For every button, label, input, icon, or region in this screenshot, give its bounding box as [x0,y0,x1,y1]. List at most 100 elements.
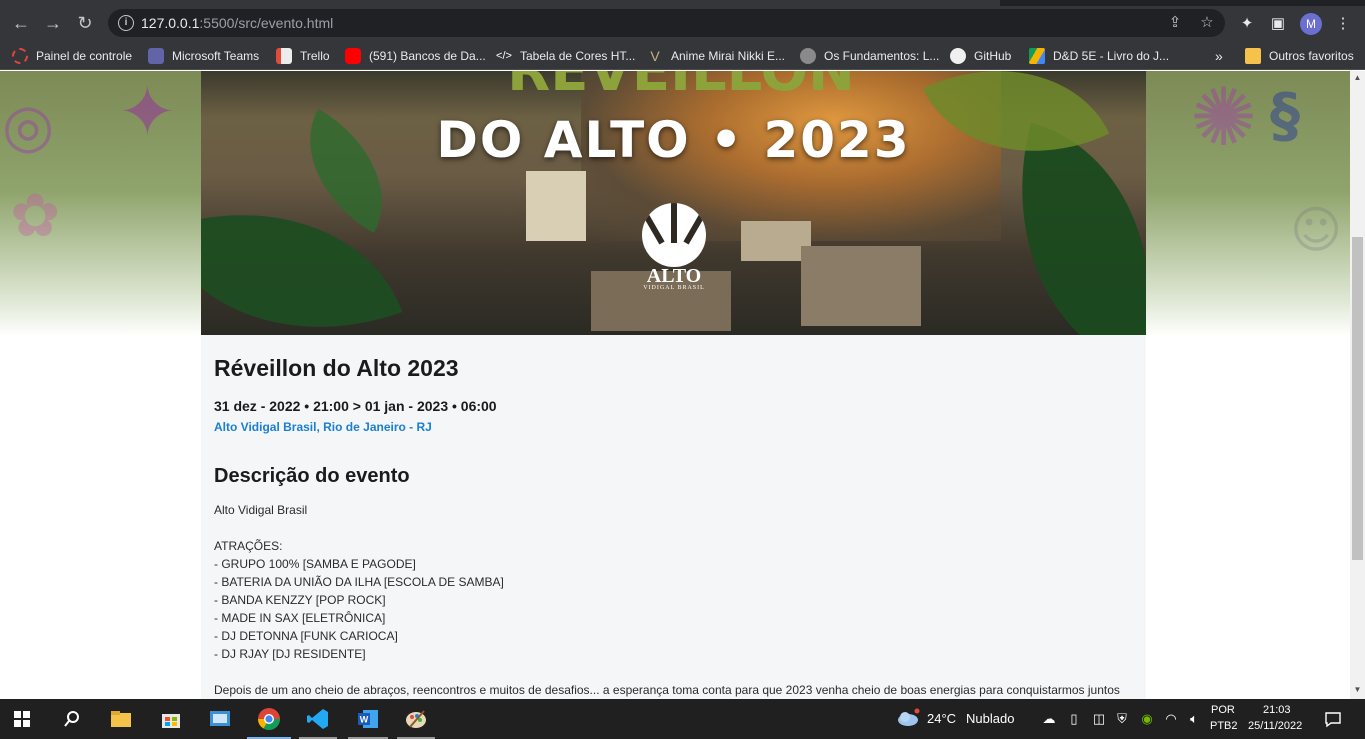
bookmark-label: Outros favoritos [1269,49,1354,63]
github-icon [950,48,966,64]
alto-logo-icon [642,203,706,267]
browser-toolbar: ← → ↻ i 127.0.0.1:5500/src/evento.html ⇪… [0,6,1365,40]
weather-temperature[interactable]: 24°C [927,711,956,726]
event-location-link[interactable]: Alto Vidigal Brasil, Rio de Janeiro - RJ [214,420,432,434]
extensions-icon[interactable]: ✦ [1238,15,1256,33]
bookmark-fundamentos[interactable]: Os Fundamentos: L... [800,47,939,65]
description-line [214,519,1144,537]
description-line: Depois de um ano cheio de abraços, reenc… [214,683,1120,697]
back-icon[interactable]: ← [10,12,32,34]
bookmark-youtube[interactable]: (591) Bancos de Da... [345,47,486,65]
bookmark-label: Painel de controle [36,49,133,63]
clock-time[interactable]: 21:03 [1263,704,1291,716]
language-code[interactable]: POR [1211,704,1235,716]
description-line: - BANDA KENZZY [POP ROCK] [214,593,386,607]
bookmark-label: Anime Mirai Nikki E... [671,49,786,63]
banner-building [801,246,921,326]
svg-text:W: W [360,715,369,725]
onedrive-icon[interactable]: ☁ [1041,711,1057,727]
page-scrollbar[interactable]: ▲ ▼ [1350,71,1365,699]
vscode-icon[interactable] [304,705,332,733]
profile-avatar[interactable]: M [1300,13,1322,35]
bookmark-dnd[interactable]: D&D 5E - Livro do J... [1029,47,1169,65]
bookmark-label: Microsoft Teams [172,49,260,63]
banner-title: DO ALTO • 2023 [436,111,911,169]
youtube-icon [345,48,361,64]
event-banner: REVEILLON DO ALTO • 2023 ALTO VIDIGAL BR… [201,71,1146,335]
bookmark-label: Trello [300,49,330,63]
reload-icon[interactable]: ↻ [74,12,96,34]
weather-cloud-icon[interactable] [896,708,920,728]
bookmark-tabela-cores[interactable]: </> Tabela de Cores HT... [496,47,635,65]
bookmark-other-favorites[interactable]: Outros favoritos [1245,47,1354,65]
event-datetime: 31 dez - 2022 • 21:00 > 01 jan - 2023 • … [214,398,497,414]
bookmarks-overflow-button[interactable]: » [1215,47,1223,65]
bg-planet-icon: ◎ [2,91,55,161]
bookmark-teams[interactable]: Microsoft Teams [148,47,259,65]
description-line: - BATERIA DA UNIÃO DA ILHA [ESCOLA DE SA… [214,575,504,589]
description-line: - MADE IN SAX [ELETRÔNICA] [214,611,386,625]
side-panel-icon[interactable]: ▣ [1269,15,1287,33]
menu-kebab-icon[interactable]: ⋮ [1334,15,1352,33]
bookmark-label: Os Fundamentos: L... [824,49,940,63]
file-explorer-icon[interactable] [107,705,135,733]
clock-date[interactable]: 25/11/2022 [1248,720,1302,732]
site-info-icon[interactable]: i [118,15,134,31]
scrollbar-thumb[interactable] [1352,237,1363,560]
drive-icon [1029,48,1045,64]
event-details: Réveillon do Alto 2023 31 dez - 2022 • 2… [201,335,1146,699]
weather-description[interactable]: Nublado [966,711,1014,726]
redhat-ring-icon [12,48,28,64]
bookmark-trello[interactable]: Trello [276,47,330,65]
description-line: - DJ DETONNA [FUNK CARIOCA] [214,629,398,643]
bookmark-label: GitHub [974,49,1012,63]
forward-icon[interactable]: → [42,12,64,34]
globe-icon [800,48,816,64]
banner-top-text: REVEILLON [507,71,855,104]
code-icon: </> [496,50,512,62]
banner-building [526,171,586,241]
keyboard-layout[interactable]: PTB2 [1210,720,1238,732]
trello-icon [276,48,292,64]
bookmark-github[interactable]: GitHub [950,47,1011,65]
logo-stripe [642,206,665,245]
start-windows-icon[interactable] [8,705,36,733]
chrome-icon[interactable] [255,705,283,733]
bg-flower-icon: ✿ [10,181,61,251]
description-line: Alto Vidigal Brasil [214,503,308,517]
scroll-up-icon[interactable]: ▲ [1353,73,1362,82]
folder-icon [1245,48,1261,64]
notifications-icon[interactable] [1323,709,1343,729]
description-line [214,663,1144,681]
logo-stripe [683,206,706,245]
logo-stripe [671,203,677,243]
bookmark-label: (591) Bancos de Da... [369,49,486,63]
wifi-icon[interactable]: ◠ [1163,711,1179,727]
bg-snake-icon: § [1270,81,1300,151]
store-icon[interactable] [157,705,185,733]
description-line: - DJ RJAY [DJ RESIDENTE] [214,647,366,661]
url-text[interactable]: 127.0.0.1:5500/src/evento.html [141,15,333,31]
meet-now-icon[interactable]: ◫ [1091,711,1107,727]
logo-subtitle: VIDIGAL BRASIL [643,285,705,291]
word-icon[interactable]: W [354,705,382,733]
nvidia-icon[interactable]: ◉ [1139,711,1155,727]
bg-decoration-right: ✺ [1190,71,1258,164]
paint-icon[interactable] [402,705,430,733]
control-panel-icon[interactable] [206,705,234,733]
search-icon[interactable] [58,705,86,733]
address-bar[interactable]: i 127.0.0.1:5500/src/evento.html ⇪ ☆ [108,9,1225,37]
bg-decoration-left: ✦ [118,71,177,153]
description-line: - GRUPO 100% [SAMBA E PAGODE] [214,557,416,571]
security-shield-icon[interactable]: ⛨ [1114,711,1130,727]
usb-device-icon[interactable]: ▯ [1066,711,1082,727]
share-icon[interactable]: ⇪ [1166,14,1184,32]
bookmark-star-icon[interactable]: ☆ [1198,14,1216,32]
event-description: Alto Vidigal Brasil ATRAÇÕES: - GRUPO 10… [214,501,1144,699]
bookmark-painel[interactable]: Painel de controle [12,47,132,65]
description-heading: Descrição do evento [214,465,410,487]
bookmark-label: Tabela de Cores HT... [520,49,636,63]
bookmark-anime[interactable]: V Anime Mirai Nikki E... [647,47,785,65]
scroll-down-icon[interactable]: ▼ [1353,685,1362,694]
volume-icon[interactable]: 🔈︎ [1186,711,1202,727]
